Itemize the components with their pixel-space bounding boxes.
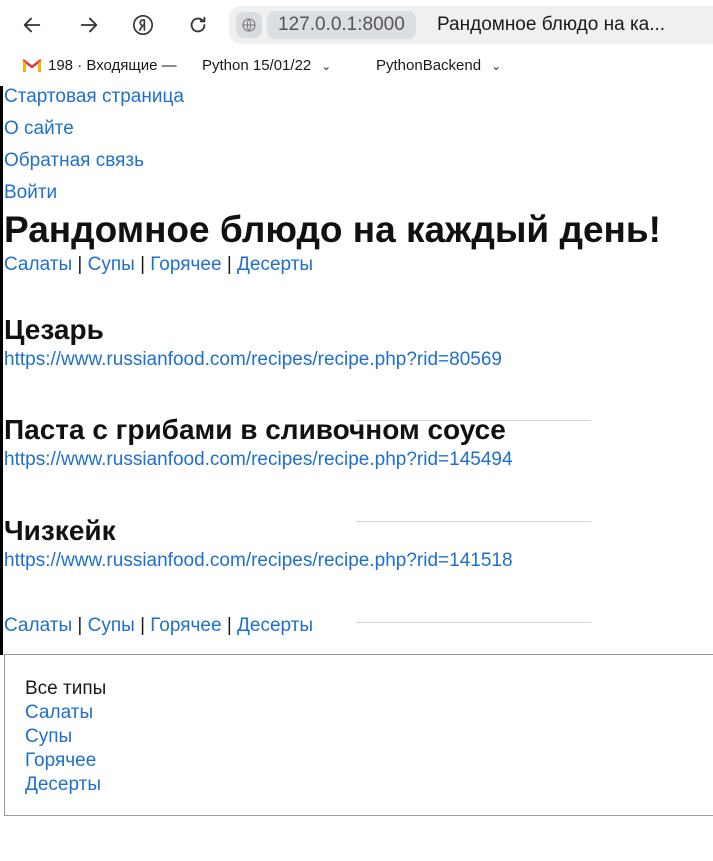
nav-link-login[interactable]: Войти (4, 180, 713, 206)
footer-heading: Все типы (25, 678, 107, 699)
separator: | (226, 254, 232, 275)
footer-link-hot[interactable]: Горячее (25, 750, 96, 771)
recipe-item: Цезарь https://www.russianfood.com/recip… (4, 313, 713, 373)
bookmark-mail-label: 198 · Входящие — (48, 57, 177, 74)
category-nav-bottom: Салаты | Супы | Горячее | Десерты (4, 613, 713, 639)
recipe-link[interactable]: https://www.russianfood.com/recipes/reci… (4, 548, 713, 574)
page-left-border (0, 86, 3, 655)
yandex-button[interactable] (128, 10, 158, 40)
recipe-link[interactable]: https://www.russianfood.com/recipes/reci… (4, 347, 713, 373)
footer-link-desserts[interactable]: Десерты (25, 774, 101, 795)
page-content: Стартовая страница О сайте Обратная связ… (4, 84, 713, 639)
category-link-hot[interactable]: Горячее (150, 615, 221, 636)
category-nav-top: Салаты | Супы | Горячее | Десерты (4, 252, 713, 278)
category-link-soups[interactable]: Супы (88, 254, 135, 275)
recipe-link[interactable]: https://www.russianfood.com/recipes/reci… (4, 447, 713, 473)
nav-link-home[interactable]: Стартовая страница (4, 84, 713, 116)
separator: | (77, 254, 83, 275)
tab-title: Рандомное блюдо на ка... (437, 14, 666, 35)
reload-button[interactable] (183, 10, 213, 40)
category-link-soups[interactable]: Супы (88, 615, 135, 636)
recipe-title: Цезарь (4, 314, 104, 345)
divider (356, 622, 591, 623)
url-text[interactable]: 127.0.0.1:8000 (267, 11, 416, 39)
arrow-right-icon (80, 17, 98, 33)
recipe-item: Паста с грибами в сливочном соусе https:… (4, 413, 713, 473)
bookmark-folder-label: Python 15/01/22 (202, 57, 312, 74)
category-link-desserts[interactable]: Десерты (237, 254, 313, 275)
footer-categories: Все типы Салаты Супы Горячее Десерты (4, 654, 713, 816)
recipe-title: Паста с грибами в сливочном соусе (4, 414, 506, 445)
nav-link-about[interactable]: О сайте (4, 116, 713, 148)
arrow-left-icon (23, 17, 41, 33)
bookmarks-bar: 198 · Входящие — Python 15/01/22 ⌄ Pytho… (0, 52, 713, 82)
separator: | (77, 615, 83, 636)
separator: | (226, 615, 232, 636)
mail-icon (22, 58, 42, 72)
footer-list: Все типы Салаты Супы Горячее Десерты (25, 677, 106, 797)
reload-icon (190, 16, 206, 33)
page-title: Рандомное блюдо на каждый день! (4, 209, 661, 250)
category-link-salads[interactable]: Салаты (4, 615, 72, 636)
recipe-item: Чизкейк https://www.russianfood.com/reci… (4, 514, 713, 574)
chevron-down-icon: ⌄ (491, 58, 502, 73)
bookmark-mail[interactable]: 198 · Входящие — (22, 57, 177, 74)
separator: | (140, 615, 145, 636)
bookmark-folder-python[interactable]: Python 15/01/22 ⌄ (202, 57, 331, 74)
separator: | (140, 254, 145, 275)
yandex-logo-icon (133, 15, 153, 35)
recipe-title: Чизкейк (4, 515, 116, 546)
address-bar[interactable]: 127.0.0.1:8000 Рандомное блюдо на ка... (229, 6, 713, 44)
browser-toolbar: 127.0.0.1:8000 Рандомное блюдо на ка... (0, 0, 713, 52)
back-button[interactable] (17, 10, 47, 40)
category-link-hot[interactable]: Горячее (150, 254, 221, 275)
category-link-desserts[interactable]: Десерты (237, 615, 313, 636)
footer-link-salads[interactable]: Салаты (25, 702, 93, 723)
forward-button[interactable] (74, 10, 104, 40)
bookmark-folder-label: PythonBackend (376, 57, 482, 74)
chevron-down-icon: ⌄ (321, 58, 332, 73)
bookmark-folder-pythonbackend[interactable]: PythonBackend ⌄ (376, 57, 501, 74)
footer-link-soups[interactable]: Супы (25, 726, 72, 747)
nav-link-feedback[interactable]: Обратная связь (4, 148, 713, 180)
category-link-salads[interactable]: Салаты (4, 254, 72, 275)
globe-icon[interactable] (236, 12, 262, 38)
